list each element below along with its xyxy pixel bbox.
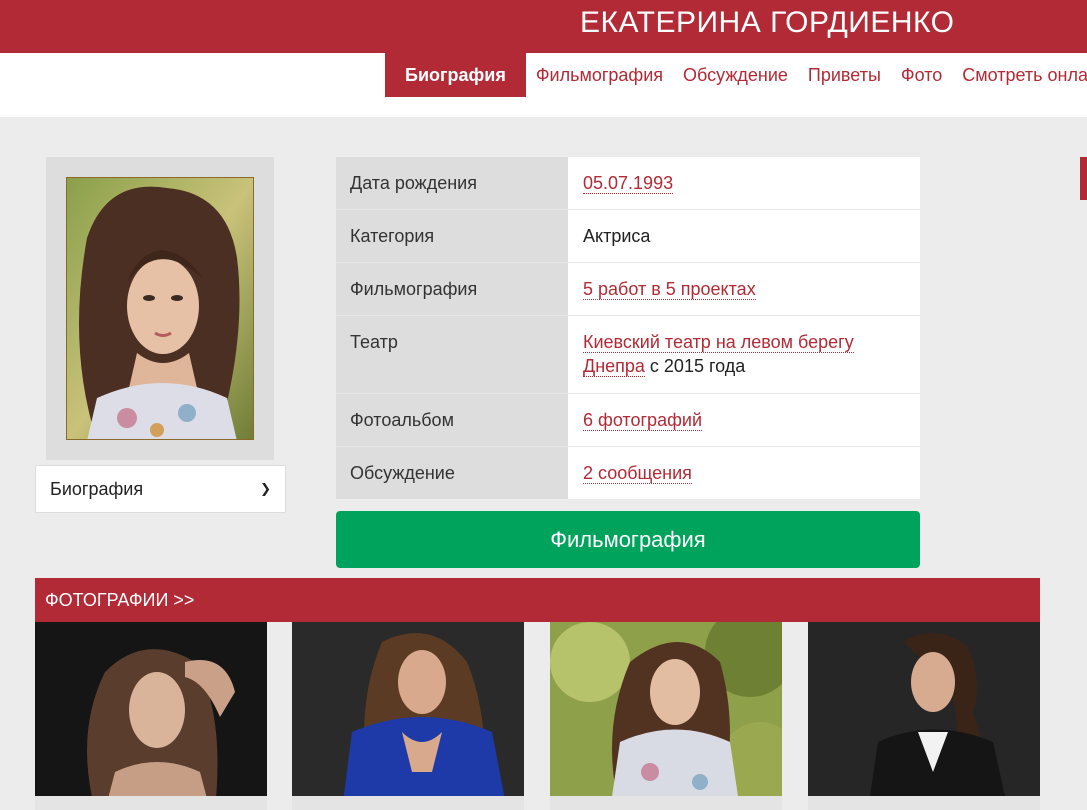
tab-filmography[interactable]: Фильмография — [526, 53, 673, 97]
tab-greetings[interactable]: Приветы — [798, 53, 891, 97]
photo-thumbnail[interactable] — [35, 622, 267, 810]
info-row-filmography: Фильмография 5 работ в 5 проектах — [336, 263, 920, 316]
photo-thumbnail[interactable] — [550, 622, 782, 810]
profile-photo-box — [46, 157, 274, 460]
info-label: Обсуждение — [336, 447, 568, 499]
nav-tabs: Биография Фильмография Обсуждение Привет… — [385, 53, 1087, 97]
photo-thumbnail[interactable] — [292, 622, 524, 810]
info-row-theatre: Театр Киевский театр на левом берегу Дне… — [336, 316, 920, 394]
birth-date-link[interactable]: 05.07.1993 — [583, 173, 674, 194]
info-label: Фотоальбом — [336, 394, 568, 446]
tab-photo[interactable]: Фото — [891, 53, 952, 97]
section-select-value: Биография — [50, 478, 144, 499]
info-table: Дата рождения 05.07.1993 Категория Актри… — [336, 157, 920, 499]
info-label: Фильмография — [336, 263, 568, 315]
info-row-discussion: Обсуждение 2 сообщения — [336, 447, 920, 499]
theatre-suffix: с 2015 года — [644, 356, 746, 376]
info-row-album: Фотоальбом 6 фотографий — [336, 394, 920, 447]
info-row-birth: Дата рождения 05.07.1993 — [336, 157, 920, 210]
filmography-button[interactable]: Фильмография — [336, 511, 920, 568]
chevron-down-icon: ❯ — [260, 481, 271, 496]
category-value: Актриса — [568, 210, 920, 262]
info-label: Театр — [336, 316, 568, 393]
info-row-category: Категория Актриса — [336, 210, 920, 263]
nav-bar: Биография Фильмография Обсуждение Привет… — [0, 53, 1087, 117]
filmography-link[interactable]: 5 работ в 5 проектах — [583, 279, 756, 300]
profile-photo[interactable] — [66, 177, 254, 440]
info-label: Дата рождения — [336, 157, 568, 209]
photos-header-link[interactable]: ФОТОГРАФИИ >> — [35, 578, 1040, 622]
tab-biography[interactable]: Биография — [385, 53, 526, 97]
page-title: ЕКАТЕРИНА ГОРДИЕНКО — [580, 6, 955, 39]
tab-watch-online[interactable]: Смотреть онлайн — [952, 53, 1087, 97]
top-bar: ЕКАТЕРИНА ГОРДИЕНКО — [0, 0, 1087, 53]
info-label: Категория — [336, 210, 568, 262]
tab-discussion[interactable]: Обсуждение — [673, 53, 798, 97]
discussion-link[interactable]: 2 сообщения — [583, 463, 692, 484]
photo-thumbnail[interactable] — [808, 622, 1040, 810]
side-accent — [1080, 157, 1087, 200]
section-select[interactable]: Биография ❯ — [35, 465, 286, 513]
album-link[interactable]: 6 фотографий — [583, 410, 702, 431]
